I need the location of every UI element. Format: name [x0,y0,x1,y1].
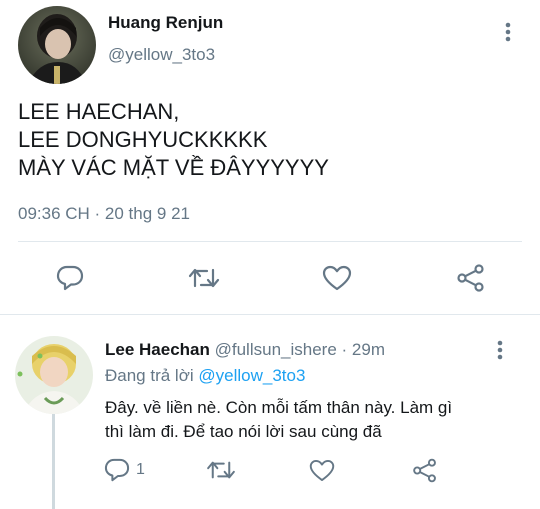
author-name[interactable]: Huang Renjun [108,13,223,33]
like-icon[interactable] [306,456,338,484]
replying-to-line: Đang trả lời @yellow_3to3 [105,366,305,386]
retweet-icon[interactable] [204,456,238,484]
reply-count: 1 [136,461,145,478]
tweet-timestamp[interactable]: 09:36 CH · 20 thg 9 21 [18,204,190,224]
reply-text-line: Đây. về liền nè. Còn mỗi tấm thân này. L… [105,398,453,417]
reply-icon [104,458,130,482]
like-icon[interactable] [320,262,354,294]
reply-author-avatar[interactable] [15,336,93,414]
retweet-icon[interactable] [186,262,222,294]
reply-icon[interactable] [53,262,87,294]
tweet-text-line: LEE HAECHAN, [18,99,180,124]
author-avatar[interactable] [18,6,96,84]
tweet-text: LEE HAECHAN, LEE DONGHYUCKKKKK MÀY VÁC M… [18,98,329,182]
more-vertical-icon[interactable] [497,20,519,44]
replying-to-link[interactable]: @yellow_3to3 [198,366,305,385]
reply-header: Lee Haechan @fullsun_ishere · 29m [105,340,385,360]
divider [18,241,522,242]
section-divider [0,314,540,315]
thread-line [52,414,55,509]
reply-text: Đây. về liền nè. Còn mỗi tấm thân này. L… [105,396,452,444]
share-icon[interactable] [454,262,488,294]
reply-age[interactable]: 29m [352,340,385,359]
share-icon[interactable] [409,456,441,484]
reply-author-handle[interactable]: @fullsun_ishere [215,340,337,359]
tweet-text-line: MÀY VÁC MẶT VỀ ĐÂYYYYYY [18,155,329,180]
author-handle[interactable]: @yellow_3to3 [108,45,215,65]
reply-reply-button[interactable]: 1 [104,456,148,484]
separator-dot: · [341,340,348,359]
reply-text-line: thì làm đi. Để tao nói lời sau cùng đã [105,422,382,441]
replying-prefix: Đang trả lời [105,366,194,385]
tweet-text-line: LEE DONGHYUCKKKKK [18,127,268,152]
reply-author-name[interactable]: Lee Haechan [105,340,210,359]
reply-more-vertical-icon[interactable] [489,338,511,362]
